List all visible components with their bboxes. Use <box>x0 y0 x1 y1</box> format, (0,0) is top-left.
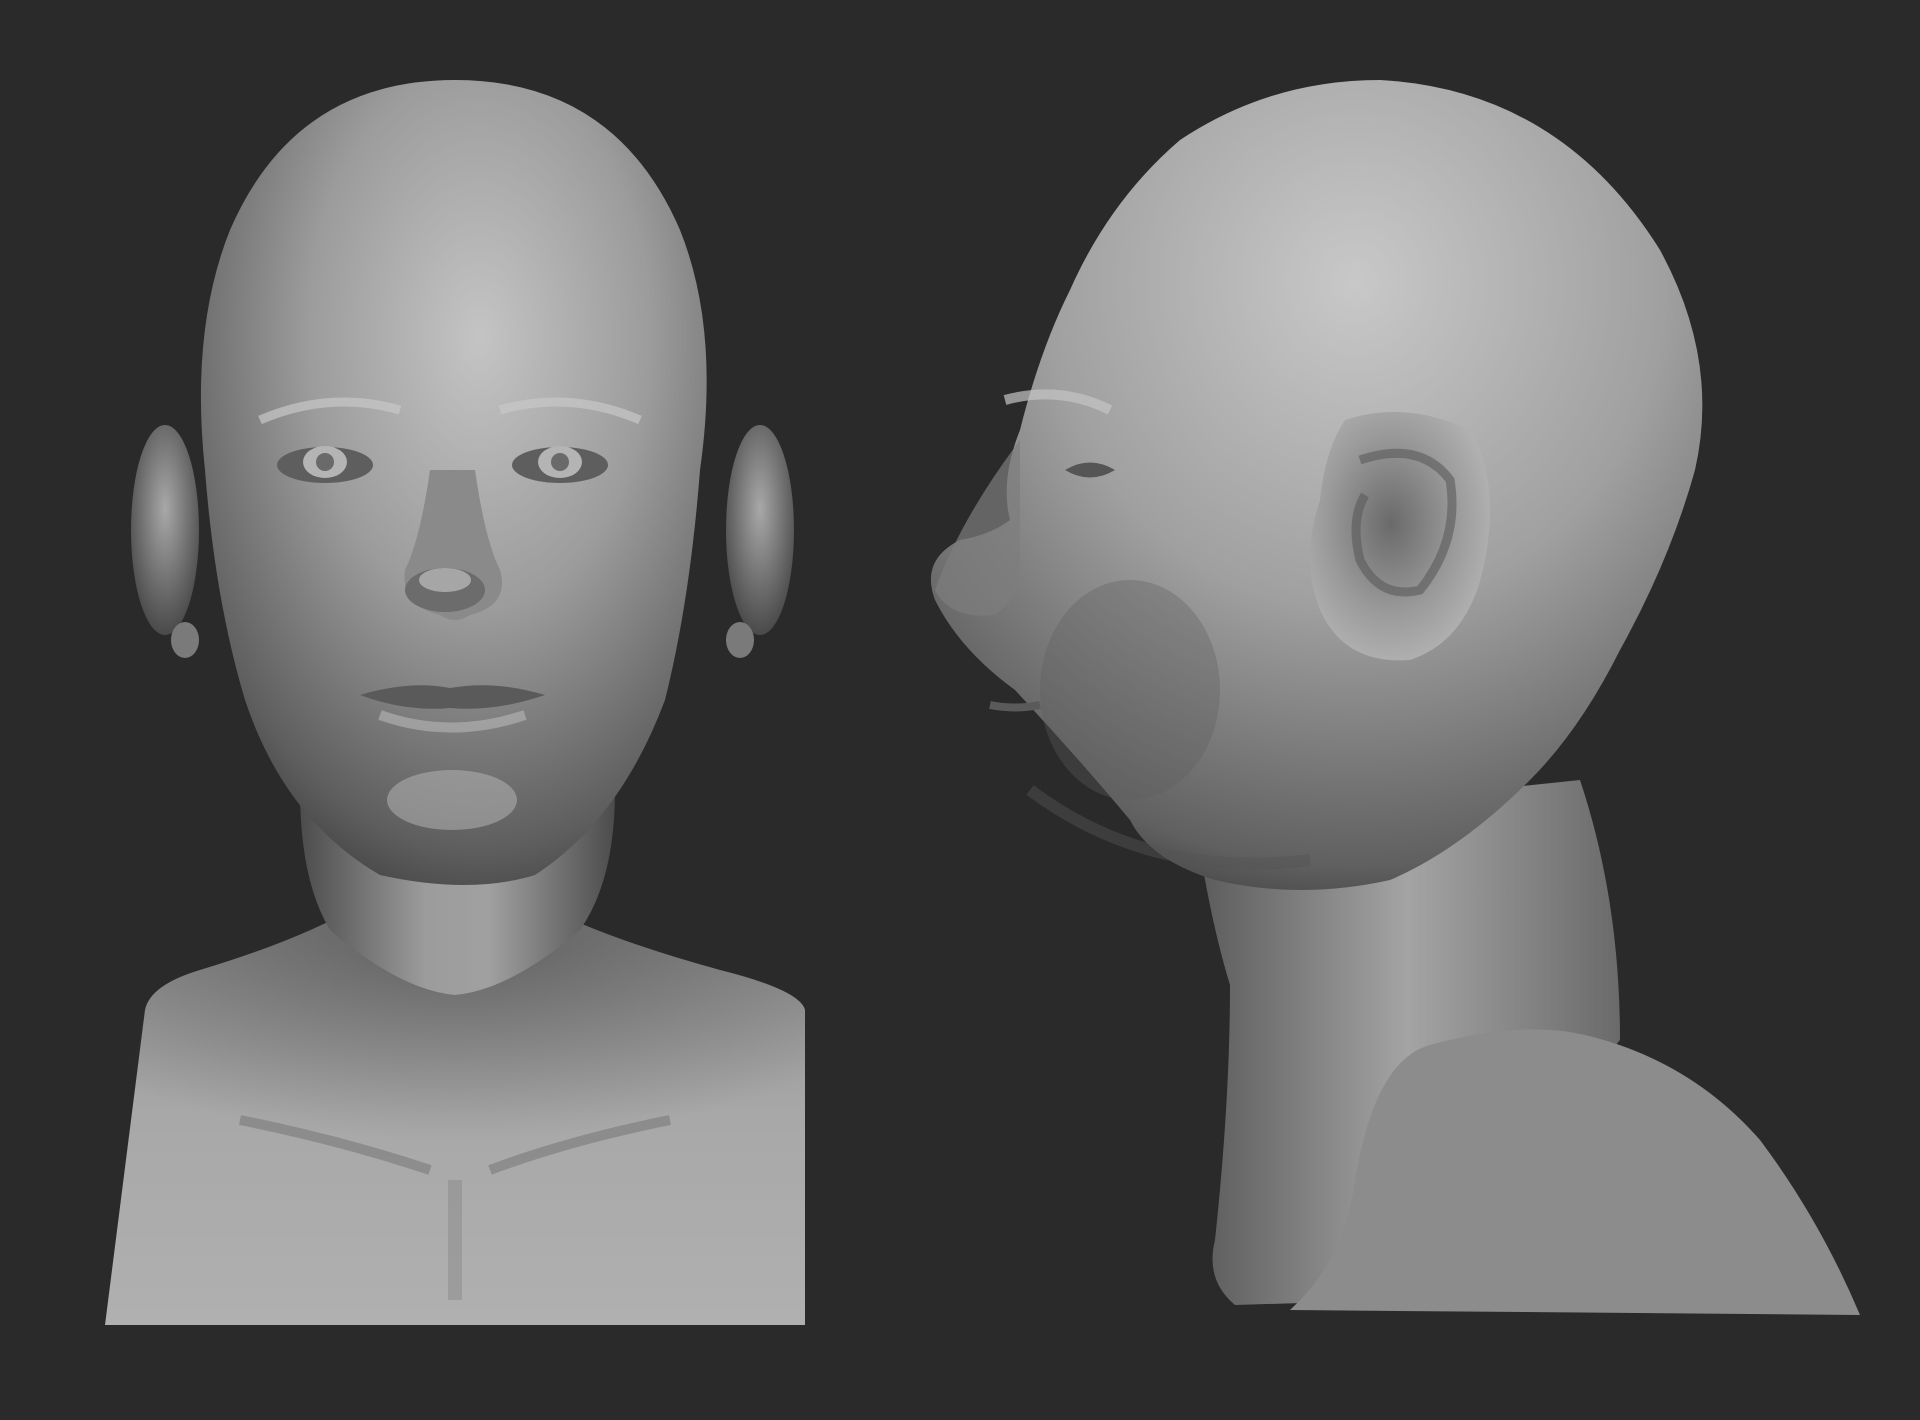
front-view-bust <box>0 0 960 1420</box>
side-bust-illustration <box>930 80 1860 1315</box>
profile-view-bust <box>860 0 1920 1420</box>
sculpt-canvas <box>0 0 1920 1420</box>
front-bust-illustration <box>105 80 805 1325</box>
